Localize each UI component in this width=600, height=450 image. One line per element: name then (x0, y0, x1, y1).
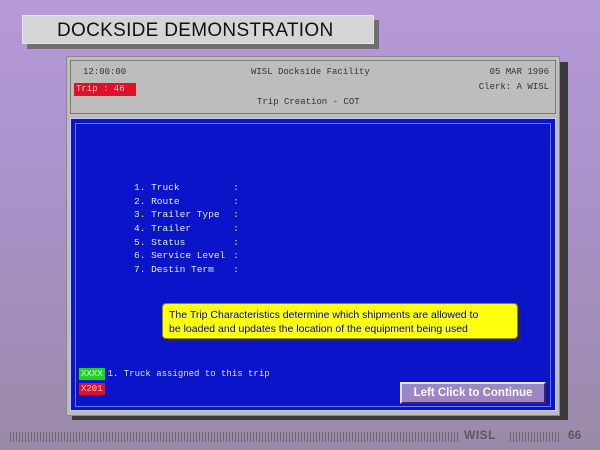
header-clerk: Clerk: A WISL (478, 82, 549, 92)
menu-item-trailer-type[interactable]: 3. Trailer Type: (134, 208, 239, 222)
input-tag: XXXX (79, 368, 105, 380)
status-line: XXXX 1. Truck assigned to this trip (79, 368, 270, 380)
info-callout: The Trip Characteristics determine which… (162, 303, 518, 339)
slide-title: DOCKSIDE DEMONSTRATION (22, 15, 374, 44)
footer-brand: WISL (464, 428, 496, 442)
error-tag: X201 (79, 383, 105, 395)
field-help-text: 1. Truck assigned to this trip (107, 369, 270, 379)
header-facility: WISL Dockside Facility (251, 67, 370, 77)
header-screen-name: Trip Creation - COT (257, 97, 360, 107)
callout-line-2: be loaded and updates the location of th… (169, 323, 468, 335)
terminal-window: 12:00:00 WISL Dockside Facility 05 MAR 1… (66, 56, 560, 416)
footer-barcode-left (10, 432, 458, 442)
menu-item-truck[interactable]: 1. Truck: (134, 181, 239, 195)
terminal-header: 12:00:00 WISL Dockside Facility 05 MAR 1… (70, 60, 556, 114)
menu-item-trailer[interactable]: 4. Trailer: (134, 222, 239, 236)
trip-field-menu: 1. Truck: 2. Route: 3. Trailer Type: 4. … (134, 181, 239, 277)
continue-button[interactable]: Left Click to Continue (400, 382, 546, 404)
footer-barcode-right (510, 432, 560, 442)
terminal-main-area: 1. Truck: 2. Route: 3. Trailer Type: 4. … (70, 118, 556, 411)
menu-item-destin-term[interactable]: 7. Destin Term: (134, 263, 239, 277)
page-number: 66 (568, 428, 582, 442)
menu-item-status[interactable]: 5. Status: (134, 236, 239, 250)
callout-line-1: The Trip Characteristics determine which… (169, 309, 479, 321)
header-time: 12:00:00 (83, 67, 127, 77)
menu-item-service-level[interactable]: 6. Service Level: (134, 249, 239, 263)
header-date: 05 MAR 1996 (489, 67, 549, 77)
menu-item-route[interactable]: 2. Route: (134, 195, 239, 209)
trip-badge: Trip : 46 (74, 83, 136, 96)
